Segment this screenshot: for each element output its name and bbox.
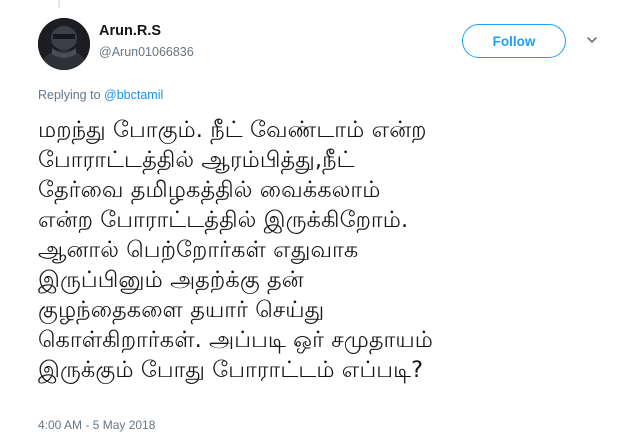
- tweet-line: தேர்வை தமிழகத்தில் வைக்கலாம்: [38, 177, 381, 203]
- follow-button-label: Follow: [492, 33, 536, 49]
- user-name[interactable]: Arun.R.S: [99, 23, 161, 39]
- tweet-line: போராட்டத்தில் ஆரம்பித்து,நீட்: [38, 147, 355, 173]
- tweet-line: என்ற போராட்டத்தில் இருக்கிறோம்.: [38, 207, 409, 233]
- follow-button[interactable]: Follow: [462, 24, 566, 58]
- tweet-timestamp[interactable]: 4:00 AM - 5 May 2018: [38, 418, 155, 432]
- tweet-card: Arun.R.S @Arun01066836 Follow Replying t…: [0, 0, 640, 446]
- tweet-line: இருப்பினும் அதற்க்கு தன்: [38, 267, 304, 293]
- replying-to: Replying to @bbctamil: [38, 88, 163, 102]
- reply-mention-link[interactable]: @bbctamil: [104, 88, 163, 102]
- tweet-line: குழந்தைகளை தயார் செய்து: [38, 297, 325, 323]
- chevron-down-icon[interactable]: [586, 34, 598, 46]
- replying-to-prefix: Replying to: [38, 88, 105, 102]
- tweet-line: மறந்து போகும். நீட் வேண்டாம் என்ற: [38, 117, 427, 143]
- tweet-line: கொள்கிறார்கள். அப்படி ஒர் சமுதாயம்: [38, 327, 433, 353]
- tweet-line: இருக்கும் போது போராட்டம் எப்படி?: [38, 357, 424, 383]
- avatar[interactable]: [38, 18, 90, 70]
- user-handle[interactable]: @Arun01066836: [99, 45, 194, 59]
- tweet-line: ஆனால் பெற்றோர்கள் எதுவாக: [38, 237, 359, 263]
- tweet-text: மறந்து போகும். நீட் வேண்டாம் என்ற போராட்…: [38, 115, 608, 385]
- thread-connector: [58, 0, 60, 8]
